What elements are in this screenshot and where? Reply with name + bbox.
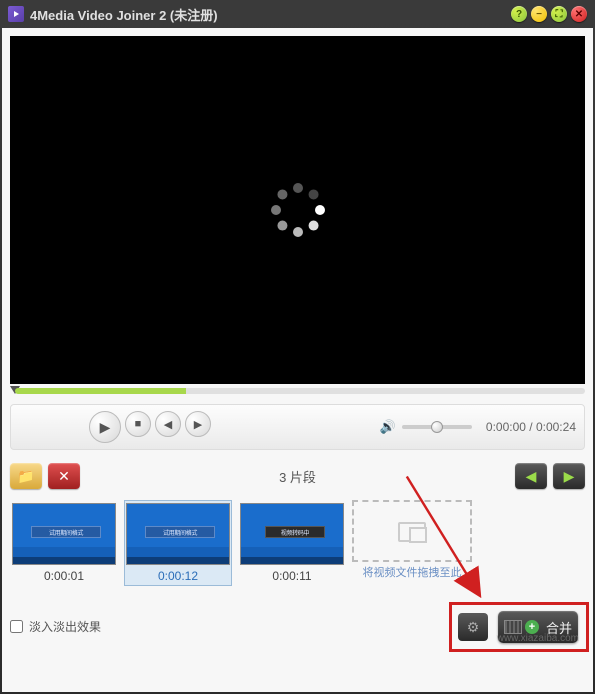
fade-effect-checkbox[interactable]: 淡入淡出效果 bbox=[10, 618, 101, 635]
volume-icon[interactable]: 🔊 bbox=[380, 419, 396, 435]
clip-thumbnail: 试用期间格式 bbox=[126, 503, 230, 565]
fade-checkbox-input[interactable] bbox=[10, 620, 23, 633]
title-bar: 4Media Video Joiner 2 (未注册) ? − ⛶ ✕ bbox=[0, 0, 595, 28]
app-window: 4Media Video Joiner 2 (未注册) ? − ⛶ ✕ bbox=[0, 0, 595, 694]
time-sep: / bbox=[526, 420, 536, 434]
loading-spinner-icon bbox=[268, 180, 328, 240]
fade-label: 淡入淡出效果 bbox=[29, 618, 101, 635]
delete-icon: ✕ bbox=[58, 468, 70, 485]
video-preview bbox=[10, 36, 585, 384]
clip-duration: 0:00:11 bbox=[272, 569, 311, 583]
minimize-button[interactable]: − bbox=[531, 6, 547, 22]
clip-duration: 0:00:12 bbox=[158, 569, 198, 583]
dropzone-label: 将视频文件拖拽至此 bbox=[354, 564, 470, 580]
clip-duration: 0:00:01 bbox=[44, 569, 84, 583]
plus-icon: + bbox=[525, 620, 539, 634]
clip-item[interactable]: 试用期间格式 0:00:12 bbox=[124, 500, 232, 586]
playback-controls: ▶ ■ ◀ ▶ 🔊 0:00:00 / 0:00:24 bbox=[10, 404, 585, 450]
clip-prev-button[interactable]: ◀ bbox=[515, 463, 547, 489]
app-title: 4Media Video Joiner 2 (未注册) bbox=[30, 5, 218, 24]
total-time: 0:00:24 bbox=[536, 420, 576, 434]
clip-count-label: 3 片段 bbox=[279, 467, 316, 486]
close-button[interactable]: ✕ bbox=[571, 6, 587, 22]
film-icon bbox=[504, 620, 522, 634]
clip-next-button[interactable]: ▶ bbox=[553, 463, 585, 489]
clip-item[interactable]: 视频转码中 0:00:11 bbox=[238, 500, 346, 586]
maximize-button[interactable]: ⛶ bbox=[551, 6, 567, 22]
app-icon bbox=[8, 6, 24, 22]
watermark-text: www.xiazaiba.com bbox=[497, 633, 579, 644]
merge-highlight: ⚙ + 合并 bbox=[449, 602, 589, 652]
volume-slider[interactable] bbox=[402, 425, 472, 429]
clip-toolbar: 📁 ✕ 3 片段 ◀ ▶ bbox=[10, 460, 585, 492]
main-content: ▶ ■ ◀ ▶ 🔊 0:00:00 / 0:00:24 📁 ✕ 3 片段 bbox=[2, 28, 593, 692]
bottom-row: 淡入淡出效果 ⚙ + 合并 www.xiazaiba.com bbox=[10, 606, 585, 646]
prev-button[interactable]: ◀ bbox=[155, 411, 181, 437]
play-button[interactable]: ▶ bbox=[89, 411, 121, 443]
time-display: 0:00:00 / 0:00:24 bbox=[486, 420, 576, 434]
settings-icon: ⚙ bbox=[467, 619, 480, 636]
stop-button[interactable]: ■ bbox=[125, 411, 151, 437]
clip-thumbnail: 视频转码中 bbox=[240, 503, 344, 565]
add-file-button[interactable]: 📁 bbox=[10, 463, 42, 489]
output-settings-button[interactable]: ⚙ bbox=[458, 613, 488, 641]
clip-strip: 试用期间格式 0:00:01 试用期间格式 0:00:12 视频转码中 0:00… bbox=[10, 500, 585, 586]
clip-item[interactable]: 试用期间格式 0:00:01 bbox=[10, 500, 118, 586]
clip-thumbnail: 试用期间格式 bbox=[12, 503, 116, 565]
current-time: 0:00:00 bbox=[486, 420, 526, 434]
seek-row bbox=[10, 386, 585, 396]
delete-clip-button[interactable]: ✕ bbox=[48, 463, 80, 489]
next-button[interactable]: ▶ bbox=[185, 411, 211, 437]
window-controls: ? − ⛶ ✕ bbox=[511, 6, 587, 22]
dropzone-icon bbox=[398, 522, 426, 542]
folder-plus-icon: 📁 bbox=[17, 468, 34, 485]
clip-dropzone[interactable]: 将视频文件拖拽至此 bbox=[352, 500, 472, 562]
seek-bar[interactable] bbox=[15, 388, 585, 394]
help-button[interactable]: ? bbox=[511, 6, 527, 22]
